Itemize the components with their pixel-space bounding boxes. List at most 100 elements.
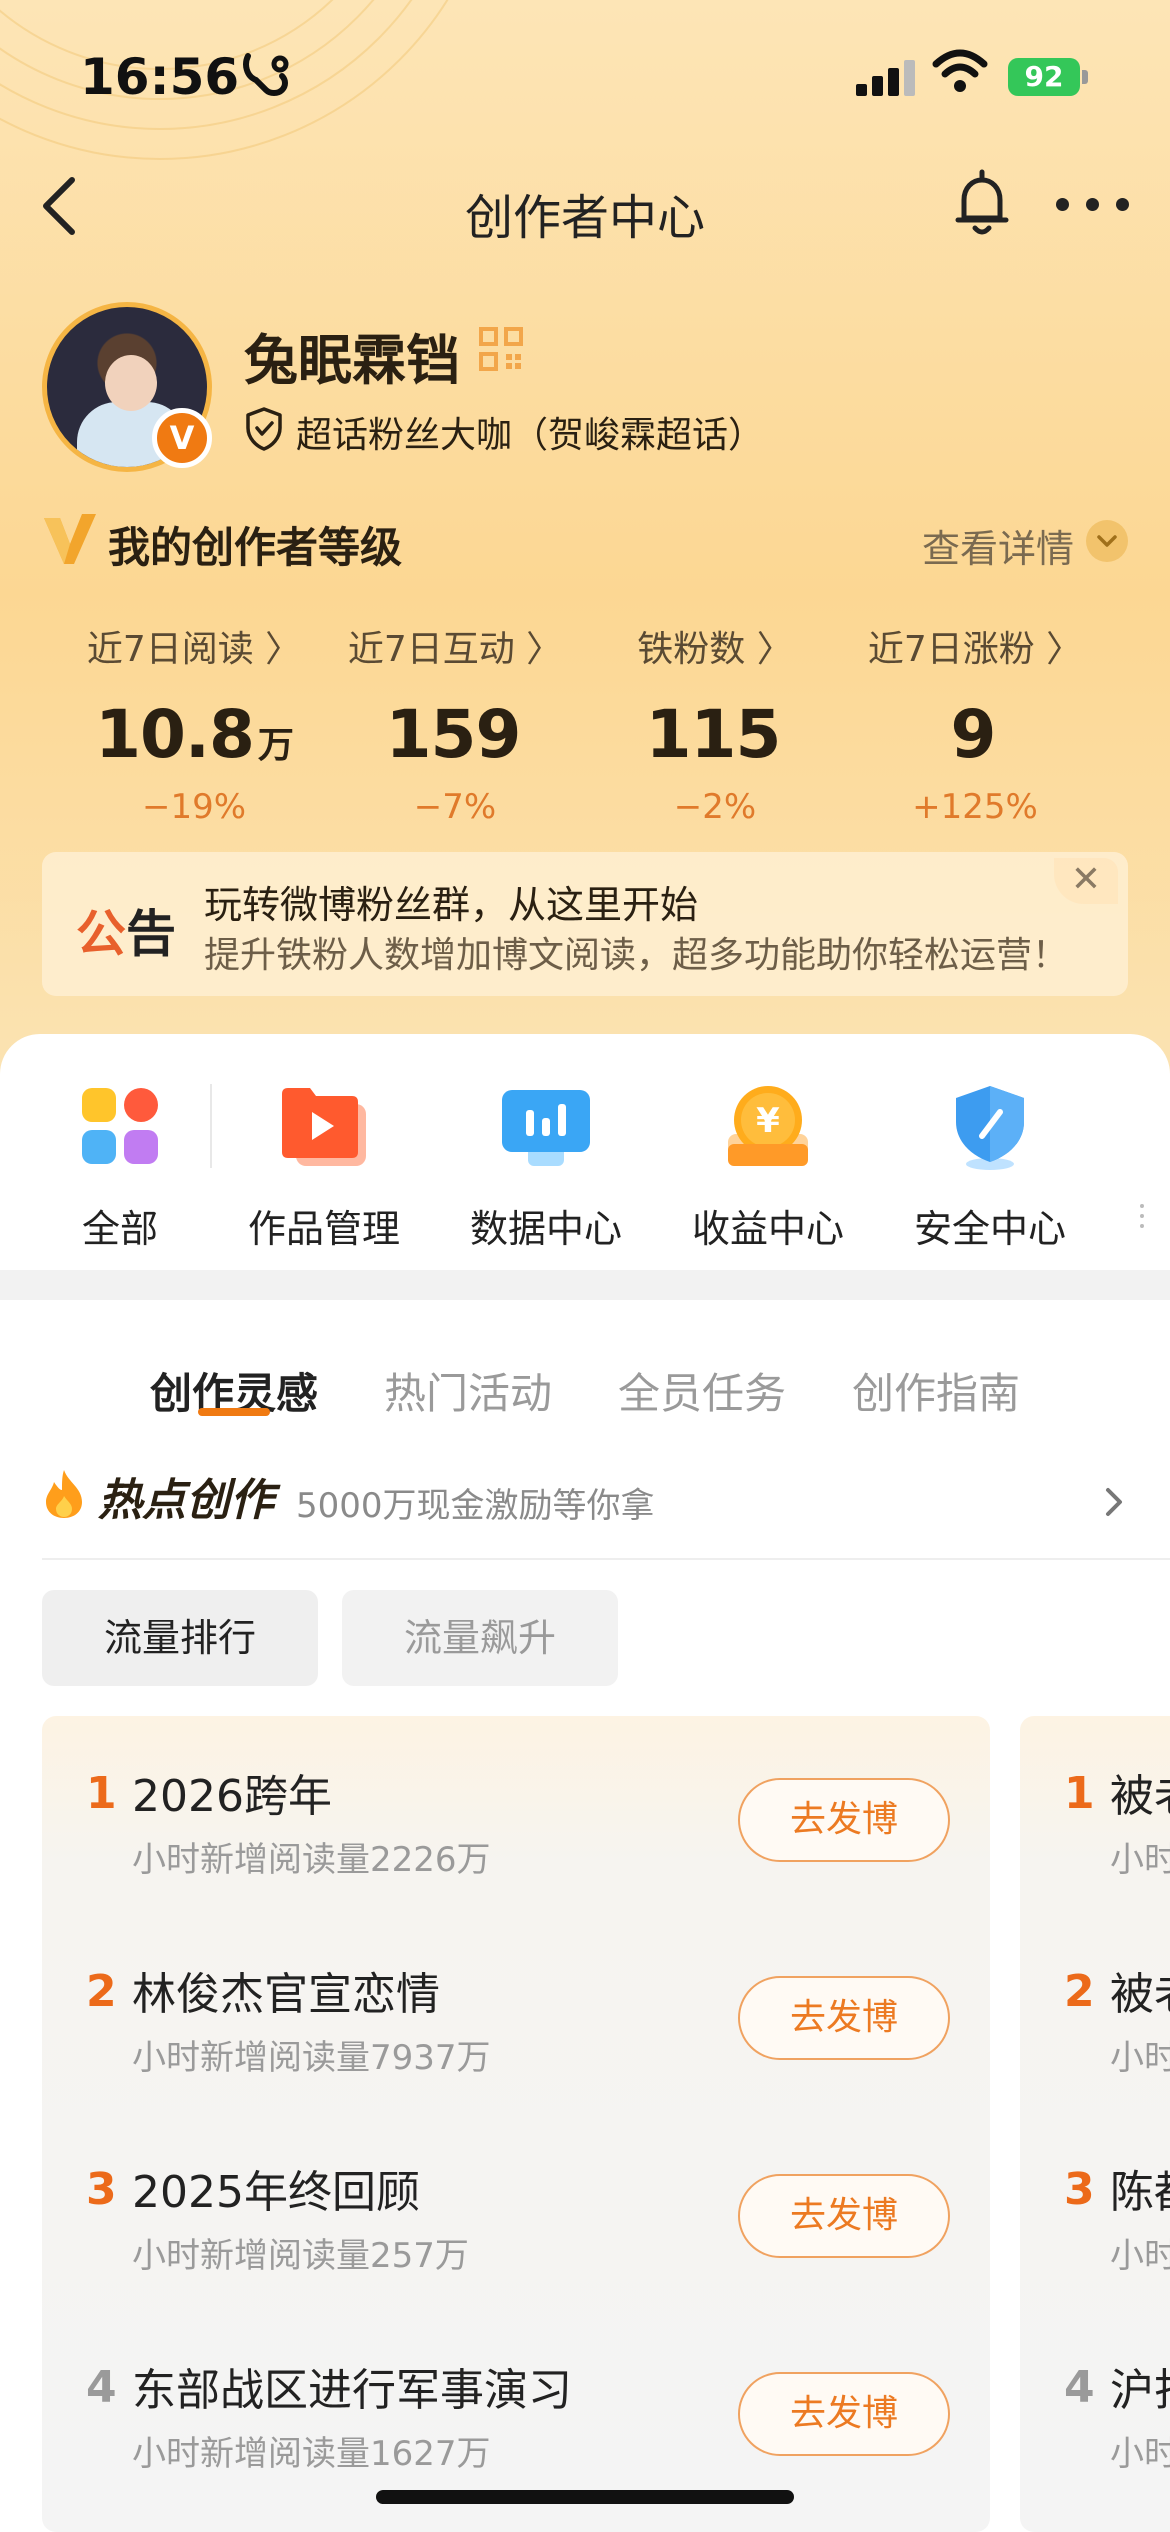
grid-apps-icon [72, 1082, 168, 1172]
announcement-title: 玩转微博粉丝群，从这里开始 [204, 883, 699, 927]
tab-all-member-tasks[interactable]: 全员任务 [618, 1360, 786, 1421]
topic-reads: 小时新增阅读量7937万 [132, 2038, 491, 2078]
level-v-icon [42, 512, 98, 566]
avatar-figure-face [105, 355, 157, 411]
shield-icon [942, 1082, 1038, 1172]
tool-revenue-center[interactable]: ¥ 收益中心 [668, 1082, 868, 1253]
announcement-banner[interactable]: 公告 玩转微博粉丝群，从这里开始 提升铁粉人数增加博文阅读，超多功能助你轻松运营… [42, 852, 1128, 996]
post-button[interactable]: 去发博 [738, 2372, 950, 2456]
post-button[interactable]: 去发博 [738, 1778, 950, 1862]
tool-works-management[interactable]: 作品管理 [224, 1082, 424, 1253]
hot-creation-subtitle: 5000万现金激励等你拿 [296, 1486, 655, 1526]
stat-7day-new-fans[interactable]: 近7日涨粉 〉 9 +125% [845, 620, 1105, 827]
verified-badge-icon: V [152, 408, 212, 468]
bar-chart-icon [498, 1082, 594, 1172]
tools-panel: 全部 作品管理 数据中心 ¥ 收益中心 安全中心 [0, 1034, 1170, 1270]
rank-number: 2 [86, 1966, 117, 2017]
tool-data-center[interactable]: 数据中心 [446, 1082, 646, 1253]
topic-reads: 小时新增阅读量257万 [132, 2236, 469, 2276]
more-tools-hint [1140, 1204, 1146, 1234]
stat-unit: 万 [257, 725, 294, 766]
chevron-down-icon[interactable] [1086, 520, 1128, 562]
bell-icon[interactable] [950, 168, 1014, 240]
stat-number: 10.8 [95, 696, 255, 773]
topic-title[interactable]: 陈都 [1110, 2156, 1170, 2220]
post-button[interactable]: 去发博 [738, 2174, 950, 2258]
more-icon[interactable] [1056, 198, 1132, 214]
stat-number: 159 [385, 696, 522, 773]
stat-label: 近7日涨粉 〉 [867, 629, 1083, 670]
hot-topic-list: 1 2026跨年 小时新增阅读量2226万 去发博 2 林俊杰官宣恋情 小时新增… [42, 1716, 990, 2532]
topic-title[interactable]: 沪打 [1110, 2354, 1170, 2418]
cellular-signal-icon [856, 56, 916, 96]
post-button[interactable]: 去发博 [738, 1976, 950, 2060]
announcement-tag-a: 公 [76, 905, 126, 963]
fire-icon [42, 1468, 86, 1520]
tab-hot-activities[interactable]: 热门活动 [384, 1360, 552, 1421]
stat-label: 近7日互动 〉 [347, 629, 563, 670]
topic-reads: 小时 [1110, 2038, 1170, 2078]
section-divider [0, 1270, 1170, 1300]
tool-all[interactable]: 全部 [20, 1082, 220, 1253]
rank-number: 1 [1064, 1768, 1095, 1819]
stat-number: 9 [950, 696, 997, 773]
topic-title[interactable]: 被老 [1110, 1958, 1170, 2022]
announcement-subtitle: 提升铁粉人数增加博文阅读，超多功能助你轻松运营！ [204, 935, 1069, 976]
topic-title[interactable]: 东部战区进行军事演习 [132, 2354, 572, 2418]
rank-number: 3 [86, 2164, 117, 2215]
rank-number: 3 [1064, 2164, 1095, 2215]
tool-label: 全部 [81, 1207, 158, 1251]
close-icon[interactable]: ✕ [1054, 858, 1118, 904]
svg-text:¥: ¥ [756, 1101, 780, 1141]
topic-reads: 小时新增阅读量1627万 [132, 2434, 491, 2474]
stat-change: +125% [912, 787, 1038, 827]
announcement-tag-b: 告 [126, 905, 176, 963]
stat-7day-interactions[interactable]: 近7日互动 〉 159 −7% [325, 620, 585, 827]
battery-icon: 92 [1008, 58, 1080, 96]
rank-number: 2 [1064, 1966, 1095, 2017]
yen-coin-icon: ¥ [720, 1082, 816, 1172]
stat-value: 9 [845, 696, 1105, 773]
fan-badge-text[interactable]: 超话粉丝大咖（贺峻霖超话） [296, 406, 764, 458]
play-folder-icon [276, 1082, 372, 1172]
filter-traffic-surge[interactable]: 流量飙升 [342, 1590, 618, 1686]
status-time: 16:56 [80, 48, 240, 106]
creator-level-title: 我的创作者等级 [108, 523, 403, 572]
chevron-right-icon[interactable] [1100, 1482, 1130, 1522]
tool-label: 收益中心 [691, 1207, 844, 1251]
battery-tip [1082, 70, 1088, 84]
stat-change: −2% [673, 787, 757, 827]
status-bar: 16:56 92 [0, 0, 1170, 150]
topic-title[interactable]: 被老 [1110, 1760, 1170, 1824]
wifi-icon [932, 48, 988, 96]
username: 兔眠霖铛 [244, 329, 460, 392]
stat-change: −19% [141, 787, 247, 827]
tool-label: 作品管理 [247, 1207, 400, 1251]
announcement-tag: 公告 [76, 894, 176, 966]
qr-code-icon[interactable] [478, 326, 524, 372]
rank-number: 4 [1064, 2362, 1095, 2413]
stat-change: −7% [413, 787, 497, 827]
topic-title[interactable]: 2026跨年 [132, 1760, 332, 1824]
view-details-link[interactable]: 查看详情 [922, 518, 1074, 573]
stat-7day-reads[interactable]: 近7日阅读 〉 10.8 万 −19% [64, 620, 324, 827]
home-indicator[interactable] [376, 2490, 794, 2504]
stat-number: 115 [645, 696, 782, 773]
topic-reads: 小时 [1110, 1840, 1170, 1880]
tab-creation-guide[interactable]: 创作指南 [852, 1360, 1020, 1421]
active-tab-indicator [198, 1408, 270, 1416]
stat-iron-fans[interactable]: 铁粉数 〉 115 −2% [585, 620, 845, 827]
rank-number: 1 [86, 1768, 117, 1819]
topic-title[interactable]: 2025年终回顾 [132, 2156, 420, 2220]
content-tabs: 创作灵感 热门活动 全员任务 创作指南 [0, 1300, 1170, 1440]
hot-creation-title: 热点创作 [98, 1475, 274, 1526]
rank-number: 4 [86, 2362, 117, 2413]
stat-label: 铁粉数 〉 [637, 629, 793, 670]
topic-reads: 小时 [1110, 2434, 1170, 2474]
filter-traffic-ranking[interactable]: 流量排行 [42, 1590, 318, 1686]
stat-value: 159 [325, 696, 585, 773]
tool-security-center[interactable]: 安全中心 [890, 1082, 1090, 1253]
hot-topic-list-secondary: 1 被老 小时 2 被老 小时 3 陈都 小时 4 沪打 小时 [1020, 1716, 1170, 2532]
topic-reads: 小时新增阅读量2226万 [132, 1840, 491, 1880]
topic-title[interactable]: 林俊杰官宣恋情 [132, 1958, 440, 2022]
